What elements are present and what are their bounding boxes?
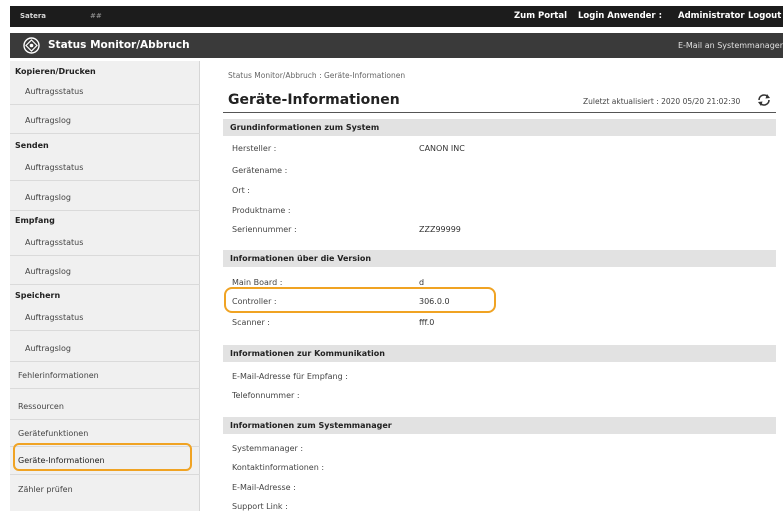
sidebar-item-device-functions[interactable]: Gerätefunktionen	[10, 429, 200, 438]
top-bar: Satera ## Zum Portal Login Anwender : Ad…	[10, 6, 783, 27]
label-email-address: E-Mail-Adresse :	[232, 483, 296, 492]
label-main-board: Main Board :	[232, 278, 283, 287]
last-updated-text: Zuletzt aktualisiert : 2020 05/20 21:02:…	[583, 97, 741, 106]
main-content: Status Monitor/Abbruch : Geräte-Informat…	[213, 61, 783, 511]
title-divider	[223, 112, 776, 113]
section-header-system-basics: Grundinformationen zum System	[223, 119, 776, 136]
page-section-title: Status Monitor/Abbruch	[48, 39, 190, 51]
portal-link[interactable]: Zum Portal	[514, 11, 567, 21]
sidebar-heading-send: Senden	[15, 141, 49, 150]
sidebar-item-store-job-status[interactable]: Auftragsstatus	[10, 313, 200, 322]
section-header-communication: Informationen zur Kommunikation	[223, 345, 776, 362]
brand-logo: Satera	[20, 12, 47, 20]
label-phone-number: Telefonnummer :	[232, 391, 300, 400]
sidebar-item-receive-job-status[interactable]: Auftragsstatus	[10, 238, 200, 247]
sidebar-item-check-counter[interactable]: Zähler prüfen	[10, 485, 200, 494]
sidebar-item-copy-job-log[interactable]: Auftragslog	[10, 116, 200, 125]
sidebar-item-receive-job-log[interactable]: Auftragslog	[10, 267, 200, 276]
admin-name: Administrator	[678, 11, 745, 21]
status-monitor-icon	[23, 37, 40, 54]
sidebar-highlight-box	[13, 443, 192, 471]
sidebar-item-copy-job-status[interactable]: Auftragsstatus	[10, 87, 200, 96]
email-admin-link[interactable]: E-Mail an Systemmanager	[678, 41, 783, 50]
logout-link[interactable]: Logout	[748, 11, 781, 21]
label-manufacturer: Hersteller :	[232, 144, 277, 153]
section-header-system-manager: Informationen zum Systemmanager	[223, 417, 776, 434]
sidebar-item-resources[interactable]: Ressourcen	[10, 402, 200, 411]
sidebar-item-error-info[interactable]: Fehlerinformationen	[10, 371, 200, 380]
sidebar-item-store-job-log[interactable]: Auftragslog	[10, 344, 200, 353]
login-user-label: Login Anwender :	[578, 11, 662, 21]
brand-mark: ##	[90, 12, 102, 20]
sidebar-item-send-job-log[interactable]: Auftragslog	[10, 193, 200, 202]
value-scanner: fff.0	[419, 318, 435, 327]
title-bar: Status Monitor/Abbruch E-Mail an Systemm…	[10, 33, 783, 58]
sidebar-heading-store: Speichern	[15, 291, 61, 300]
value-manufacturer: CANON INC	[419, 144, 465, 153]
value-main-board: d	[419, 278, 425, 287]
section-header-version-info: Informationen über die Version	[223, 250, 776, 267]
sidebar-heading-receive: Empfang	[15, 216, 55, 225]
label-serial-number: Seriennummer :	[232, 225, 297, 234]
label-product-name: Produktname :	[232, 206, 291, 215]
sidebar-heading-copy-print: Kopieren/Drucken	[15, 67, 96, 76]
label-system-manager: Systemmanager :	[232, 444, 304, 453]
value-serial-number: ZZZ99999	[419, 225, 461, 234]
page-title: Geräte-Informationen	[228, 92, 400, 108]
label-device-name: Gerätename :	[232, 166, 288, 175]
label-receive-email: E-Mail-Adresse für Empfang :	[232, 372, 348, 381]
breadcrumb: Status Monitor/Abbruch : Geräte-Informat…	[228, 71, 406, 80]
label-location: Ort :	[232, 186, 250, 195]
refresh-icon[interactable]	[756, 92, 772, 108]
sidebar-item-send-job-status[interactable]: Auftragsstatus	[10, 163, 200, 172]
label-contact-info: Kontaktinformationen :	[232, 463, 325, 472]
label-support-link: Support Link :	[232, 502, 288, 511]
label-scanner: Scanner :	[232, 318, 270, 327]
controller-highlight-box	[224, 287, 496, 313]
